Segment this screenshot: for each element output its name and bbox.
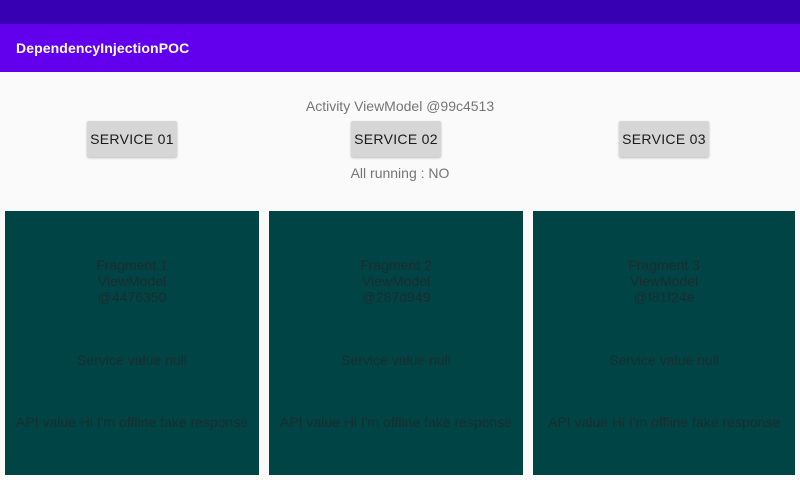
fragment-2-panel: Fragment 2 ViewModel @287d949 Service va… — [269, 211, 523, 475]
fragment-3-viewmodel-id: @f81f24e — [633, 289, 695, 305]
fragment-2-viewmodel-word: ViewModel — [361, 273, 431, 289]
fragment-3-title: Fragment 3 — [628, 257, 700, 273]
fragment-3-panel: Fragment 3 ViewModel @f81f24e Service va… — [533, 211, 795, 475]
service-03-button[interactable]: SERVICE 03 — [619, 121, 709, 157]
fragment-1-panel: Fragment 1 ViewModel @4476350 Service va… — [5, 211, 259, 475]
fragment-3-viewmodel-label: Fragment 3 ViewModel @f81f24e — [533, 257, 795, 305]
service-02-button[interactable]: SERVICE 02 — [351, 121, 441, 157]
activity-viewmodel-label: Activity ViewModel @99c4513 — [305, 98, 495, 114]
fragment-2-api-value: API value Hi I'm offline fake response — [280, 414, 512, 430]
app-bar: DependencyInjectionPOC — [0, 24, 800, 72]
service-01-button[interactable]: SERVICE 01 — [87, 121, 177, 157]
fragment-1-viewmodel-word: ViewModel — [97, 273, 167, 289]
fragment-1-api-value: API value Hi I'm offline fake response — [16, 414, 248, 430]
fragment-1-viewmodel-label: Fragment 1 ViewModel @4476350 — [5, 257, 259, 305]
fragment-2-viewmodel-label: Fragment 2 ViewModel @287d949 — [269, 257, 523, 305]
fragment-2-title: Fragment 2 — [360, 257, 432, 273]
status-bar — [0, 0, 800, 24]
fragment-3-service-value: Service value null — [609, 352, 719, 368]
all-running-status: All running : NO — [350, 165, 450, 181]
app-title: DependencyInjectionPOC — [16, 40, 190, 56]
fragment-1-title: Fragment 1 — [96, 257, 168, 273]
fragment-1-viewmodel-id: @4476350 — [97, 289, 167, 305]
fragment-3-viewmodel-word: ViewModel — [629, 273, 699, 289]
fragment-1-service-value: Service value null — [77, 352, 187, 368]
fragment-2-service-value: Service value null — [341, 352, 451, 368]
fragment-2-viewmodel-id: @287d949 — [361, 289, 431, 305]
fragment-3-api-value: API value Hi I'm offline fake response — [548, 414, 780, 430]
